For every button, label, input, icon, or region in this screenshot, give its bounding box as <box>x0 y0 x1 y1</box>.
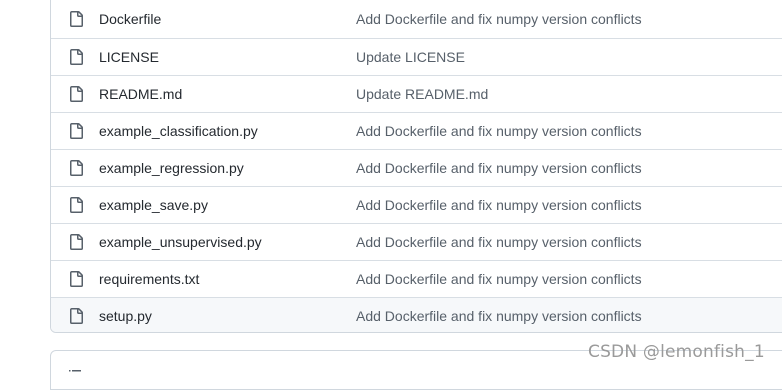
file-name[interactable]: LICENSE <box>99 49 159 65</box>
file-icon <box>70 123 83 139</box>
list-icon[interactable] <box>67 367 83 383</box>
commit-message[interactable]: Update LICENSE <box>356 49 465 65</box>
commit-message[interactable]: Add Dockerfile and fix numpy version con… <box>356 234 642 250</box>
file-row-readme[interactable]: README.md Update README.md <box>51 75 782 112</box>
file-icon <box>70 11 83 27</box>
commit-message[interactable]: Add Dockerfile and fix numpy version con… <box>356 197 642 213</box>
file-name[interactable]: setup.py <box>99 308 152 324</box>
file-icon <box>70 234 83 250</box>
watermark: CSDN @lemonfish_1 <box>588 342 765 362</box>
file-icon <box>70 86 83 102</box>
file-row-example-unsupervised[interactable]: example_unsupervised.py Add Dockerfile a… <box>51 223 782 260</box>
file-name[interactable]: example_classification.py <box>99 123 258 139</box>
commit-message[interactable]: Add Dockerfile and fix numpy version con… <box>356 123 642 139</box>
file-name[interactable]: README.md <box>99 86 182 102</box>
file-row-requirements[interactable]: requirements.txt Add Dockerfile and fix … <box>51 260 782 297</box>
file-name[interactable]: requirements.txt <box>99 271 199 287</box>
file-row-license[interactable]: LICENSE Update LICENSE <box>51 38 782 75</box>
commit-message[interactable]: Update README.md <box>356 86 488 102</box>
file-row-example-save[interactable]: example_save.py Add Dockerfile and fix n… <box>51 186 782 223</box>
file-list: Dockerfile Add Dockerfile and fix numpy … <box>50 0 782 333</box>
commit-message[interactable]: Add Dockerfile and fix numpy version con… <box>356 308 642 324</box>
file-name[interactable]: example_regression.py <box>99 160 244 176</box>
file-name[interactable]: example_save.py <box>99 197 208 213</box>
commit-message[interactable]: Add Dockerfile and fix numpy version con… <box>356 160 642 176</box>
file-row-example-regression[interactable]: example_regression.py Add Dockerfile and… <box>51 149 782 186</box>
commit-message[interactable]: Add Dockerfile and fix numpy version con… <box>356 271 642 287</box>
file-icon <box>70 308 83 324</box>
file-icon <box>70 160 83 176</box>
file-row-example-classification[interactable]: example_classification.py Add Dockerfile… <box>51 112 782 149</box>
file-name[interactable]: Dockerfile <box>99 11 161 27</box>
file-row-setup[interactable]: setup.py Add Dockerfile and fix numpy ve… <box>51 297 782 332</box>
file-icon <box>70 197 83 213</box>
commit-message[interactable]: Add Dockerfile and fix numpy version con… <box>356 11 642 27</box>
file-icon <box>70 271 83 287</box>
file-icon <box>70 49 83 65</box>
file-name[interactable]: example_unsupervised.py <box>99 234 262 250</box>
file-row-dockerfile[interactable]: Dockerfile Add Dockerfile and fix numpy … <box>51 0 782 38</box>
